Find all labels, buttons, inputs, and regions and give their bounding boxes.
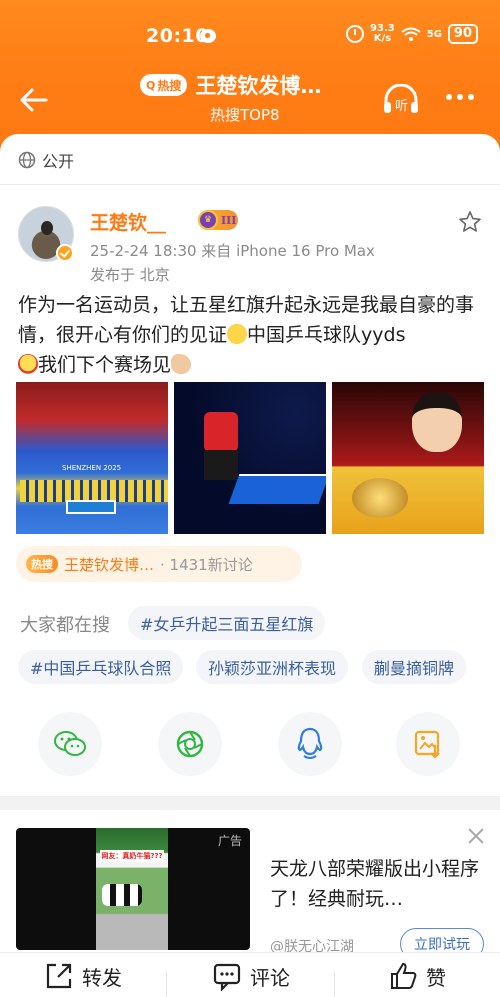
topic-discussion-count: · 1431新讨论 [160,555,253,574]
divider [166,971,167,997]
post-meta: 25-2-24 18:30 来自 iPhone 16 Pro Max [90,242,375,260]
section-gap [0,796,500,810]
search-chip[interactable]: 孙颖莎亚洲杯表现 [196,650,349,684]
username[interactable]: 王楚钦__ [90,208,166,235]
flexed-arm-emoji-icon [171,354,192,374]
search-chip[interactable]: #女乒升起三面五星红旗 [128,606,326,640]
verified-badge-icon [56,244,74,262]
people-also-search-label: 大家都在搜 [20,615,110,636]
search-chip[interactable]: 蒯曼摘铜牌 [362,650,467,684]
repost-icon [46,963,72,989]
hot-search-badge: Q 热搜 [140,74,188,96]
like-button[interactable]: 赞 [388,961,446,991]
topic-name: 王楚钦发博… [64,555,155,574]
search-chip[interactable]: #中国乒乓球队合照 [18,650,184,684]
ad-tag: 广告 [217,834,242,848]
divider [0,184,500,185]
ad-video-thumbnail[interactable]: 网友：真奶牛猫??? 广告 [16,828,250,950]
favorite-star-icon[interactable] [458,210,482,234]
save-image-icon[interactable] [396,712,460,776]
moments-icon[interactable] [158,712,222,776]
cell-signal-icon: 5G [426,28,442,40]
net-speed: 93.3 K/s [370,23,395,44]
qq-icon[interactable] [278,712,342,776]
ad-title[interactable]: 天龙八部荣耀版出小程序了！经典耐玩… [270,854,484,914]
share-row [0,712,500,782]
close-icon[interactable] [466,826,486,846]
comment-icon [213,963,241,991]
visibility-row: 公开 [18,148,74,172]
bottom-action-bar: 转发 评论 赞 [0,952,500,997]
thumbs-up-icon [391,962,417,989]
page-subtitle: 热搜TOP8 [210,106,280,124]
cheer-emoji-icon [18,354,38,374]
page-title: 王楚钦发博… [195,74,322,98]
alarm-icon [346,25,365,43]
repost-button[interactable]: 转发 [44,961,122,991]
battery-indicator: 90 [447,24,478,44]
topic-link[interactable]: 热搜 王楚钦发博… · 1431新讨论 [16,546,302,582]
hot-topic-badge: 热搜 [26,555,58,573]
listen-headphones-icon[interactable]: 听 [382,84,420,116]
visibility-label: 公开 [42,152,75,171]
divider [334,971,335,997]
photo-action[interactable] [174,382,326,534]
wechat-icon[interactable] [38,712,102,776]
nav-bar: Q 热搜 王楚钦发博… 热搜TOP8 听 [0,62,500,132]
photo-grid: SHENZHEN 2025 [16,382,484,534]
photo-team[interactable]: SHENZHEN 2025 [16,382,168,534]
weibo-notification-icon [200,29,216,43]
svg-text:听: 听 [395,99,408,114]
shy-emoji-icon [227,324,248,344]
post-location: 发布于 北京 [90,266,170,284]
wifi-icon [401,27,421,41]
more-options-icon[interactable] [446,94,474,100]
ad-card[interactable]: 网友：真奶牛猫??? 广告 天龙八部荣耀版出小程序了！经典耐玩… @朕无心江湖 … [0,810,500,960]
back-arrow-icon[interactable] [18,84,50,116]
comment-button[interactable]: 评论 [212,961,290,991]
status-bar: 20:10 93.3 K/s 5G 90 [0,22,500,52]
crown-icon: ♛ [198,210,218,230]
post-text: 作为一名运动员，让五星红旗升起永远是我最自豪的事情，很开心有你们的见证 中国乒乓球… [18,294,475,376]
photo-trophy[interactable] [332,382,484,534]
post-sheet: 公开 王楚钦__ ♛ III 25-2-24 18:30 来自 iPhone 1… [0,134,500,997]
level-badge[interactable]: ♛ III [198,210,238,230]
nav-title-block[interactable]: Q 热搜 王楚钦发博… 热搜TOP8 [140,70,360,125]
globe-icon [18,151,36,169]
